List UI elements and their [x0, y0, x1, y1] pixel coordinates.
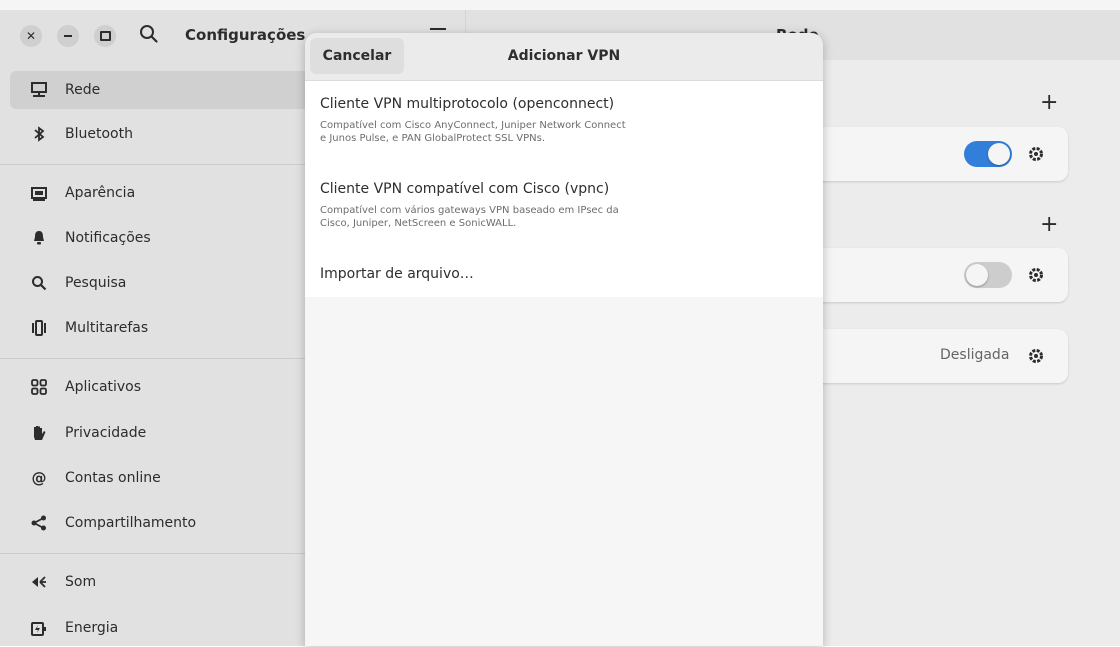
vpn-option-title: Cliente VPN multiprotocolo (openconnect): [320, 96, 615, 112]
vpn-option-title: Cliente VPN compatível com Cisco (vpnc): [320, 181, 610, 197]
dialog-title: Adicionar VPN: [507, 48, 621, 64]
vpn-option-description: Compatível com vários gateways VPN basea…: [320, 205, 619, 229]
vpn-option-import-file[interactable]: Importar de arquivo…: [320, 266, 810, 282]
vpn-option-description: Compatível com Cisco AnyConnect, Juniper…: [320, 120, 626, 144]
vpn-option-vpnc[interactable]: Cliente VPN compatível com Cisco (vpnc) …: [320, 181, 810, 230]
vpn-option-title: Importar de arquivo…: [320, 266, 474, 282]
dialog-header: Cancelar Adicionar VPN: [305, 33, 823, 81]
add-vpn-dialog: Cancelar Adicionar VPN Cliente VPN multi…: [305, 33, 823, 646]
vpn-type-list: Cliente VPN multiprotocolo (openconnect)…: [305, 81, 823, 297]
vpn-option-openconnect[interactable]: Cliente VPN multiprotocolo (openconnect)…: [320, 96, 810, 145]
